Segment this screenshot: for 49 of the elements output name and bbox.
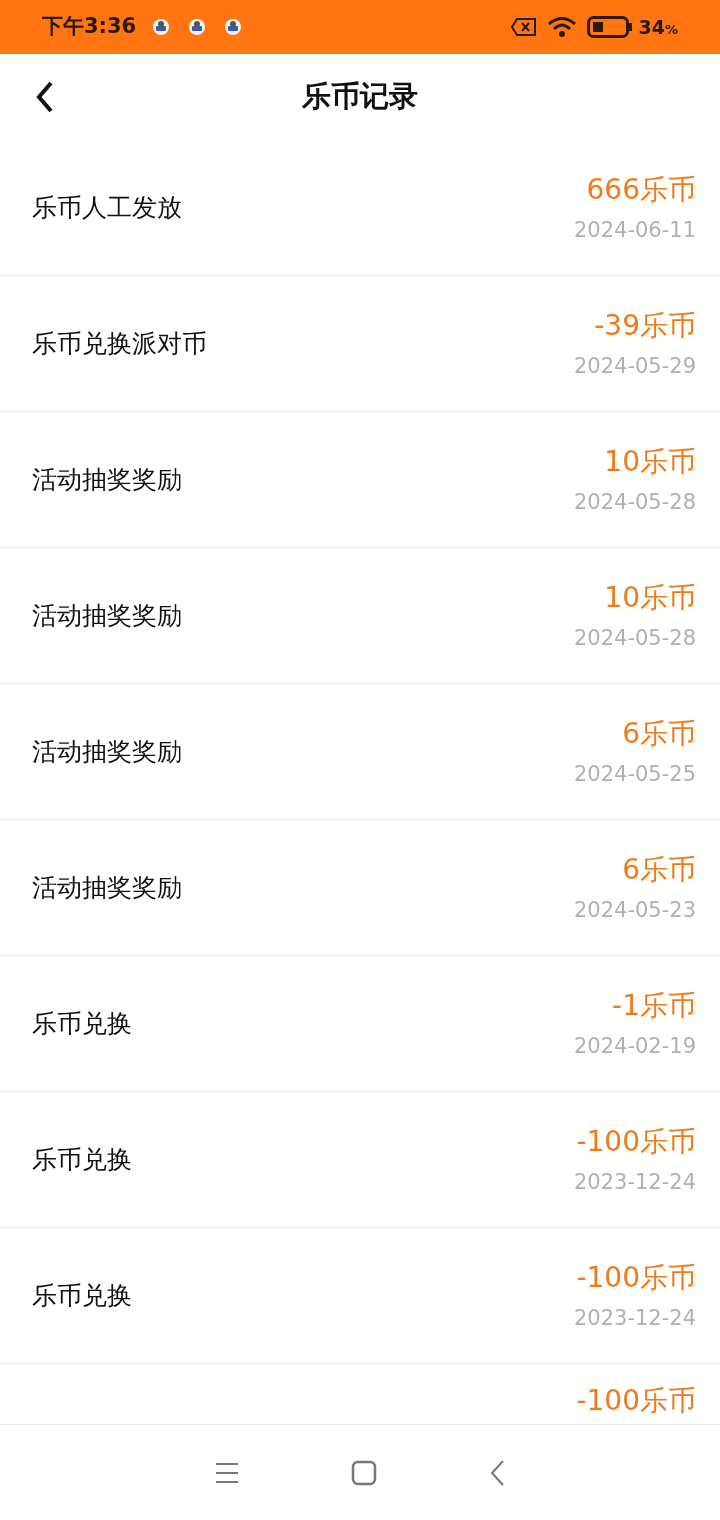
record-amount: -39乐币 <box>594 307 696 344</box>
record-amount: 666乐币 <box>586 171 696 208</box>
back-icon[interactable] <box>489 1458 505 1487</box>
record-row[interactable]: 乐币兑换 -100乐币 2023-12-24 <box>0 1092 720 1228</box>
record-date: 2024-06-11 <box>573 216 696 244</box>
record-amount: -100乐币 <box>576 1123 696 1160</box>
record-date: 2023-12-24 <box>573 1168 696 1196</box>
record-title: 乐币兑换 <box>32 1143 132 1176</box>
status-time: 下午3:36 <box>42 13 137 41</box>
record-amount: -1乐币 <box>612 987 696 1024</box>
record-amount: 10乐币 <box>604 579 696 616</box>
record-amount: 6乐币 <box>622 851 696 888</box>
record-amount: 6乐币 <box>622 715 696 752</box>
page-title: 乐币记录 <box>302 78 418 116</box>
record-title: 乐币人工发放 <box>32 191 182 224</box>
record-date: 2023-12-24 <box>573 1304 696 1332</box>
record-title: 活动抽奖奖励 <box>32 871 182 904</box>
record-title: 乐币兑换派对币 <box>32 327 207 360</box>
record-title: 活动抽奖奖励 <box>32 599 182 632</box>
record-date: 2024-05-25 <box>573 760 696 788</box>
wifi-icon <box>546 16 577 38</box>
record-date: 2024-05-28 <box>573 488 696 516</box>
home-icon[interactable] <box>351 1459 377 1486</box>
record-date: 2024-05-23 <box>573 896 696 924</box>
record-row[interactable]: 活动抽奖奖励 6乐币 2024-05-25 <box>0 684 720 820</box>
notification-icon <box>188 18 207 36</box>
record-title: 活动抽奖奖励 <box>32 463 182 496</box>
record-title: 乐币兑换 <box>32 1279 132 1312</box>
notification-icon <box>224 18 243 36</box>
record-row[interactable]: 乐币兑换派对币 -39乐币 2024-05-29 <box>0 276 720 412</box>
record-amount: -100乐币 <box>576 1384 696 1418</box>
record-date: 2024-05-29 <box>573 352 696 380</box>
record-date: 2024-02-19 <box>573 1032 696 1060</box>
record-row[interactable]: 活动抽奖奖励 6乐币 2024-05-23 <box>0 820 720 956</box>
record-amount: -100乐币 <box>576 1259 696 1296</box>
battery-percentage: 34% <box>638 14 678 40</box>
record-row[interactable]: 乐币兑换 -100乐币 2023-12-24 <box>0 1228 720 1364</box>
record-title: 乐币兑换 <box>32 1007 132 1040</box>
notification-icon <box>152 18 171 36</box>
record-amount: 10乐币 <box>604 443 696 480</box>
record-row[interactable]: 活动抽奖奖励 10乐币 2024-05-28 <box>0 548 720 684</box>
menu-icon[interactable] <box>215 1461 239 1484</box>
battery-icon <box>586 16 633 38</box>
sim-card-icon <box>510 17 537 37</box>
record-date: 2024-05-28 <box>573 624 696 652</box>
record-row[interactable]: 乐币人工发放 666乐币 2024-06-11 <box>0 140 720 276</box>
record-row[interactable]: 活动抽奖奖励 10乐币 2024-05-28 <box>0 412 720 548</box>
record-title: 活动抽奖奖励 <box>32 735 182 768</box>
record-row[interactable]: 乐币兑换 -1乐币 2024-02-19 <box>0 956 720 1092</box>
